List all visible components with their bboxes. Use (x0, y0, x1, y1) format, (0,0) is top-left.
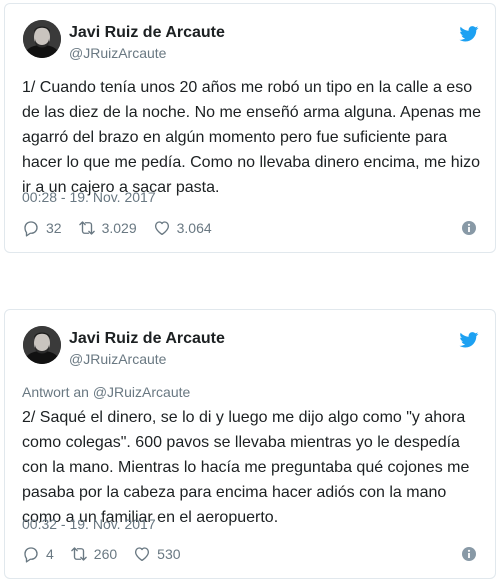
author-name[interactable]: Javi Ruiz de Arcaute (69, 330, 225, 348)
reply-button[interactable]: 32 (22, 219, 62, 237)
reply-count: 4 (46, 546, 54, 562)
reply-button[interactable]: 4 (22, 545, 54, 563)
tweet-actions: 4 260 530 (22, 543, 479, 565)
avatar[interactable] (23, 326, 61, 364)
tweet-card[interactable]: Javi Ruiz de Arcaute @JRuizArcaute Antwo… (4, 309, 496, 579)
like-count: 530 (157, 546, 181, 562)
avatar[interactable] (23, 20, 61, 58)
retweet-icon (78, 221, 95, 235)
info-icon[interactable] (461, 546, 477, 562)
tweet-card[interactable]: Javi Ruiz de Arcaute @JRuizArcaute 1/ Cu… (4, 3, 496, 253)
twitter-bird-icon[interactable] (459, 26, 479, 42)
reply-icon (24, 547, 38, 563)
tweet-timestamp[interactable]: 00:32 - 19. Nov. 2017 (22, 516, 156, 532)
retweet-button[interactable]: 260 (70, 545, 117, 563)
reply-to-handle[interactable]: @JRuizArcaute (93, 384, 190, 400)
retweet-count: 260 (93, 546, 118, 562)
retweet-icon (70, 547, 87, 561)
tweet-timestamp[interactable]: 00:28 - 19. Nov. 2017 (22, 189, 156, 205)
reply-to-prefix: Antwort an (22, 384, 89, 400)
author-handle[interactable]: @JRuizArcaute (69, 351, 166, 367)
like-button[interactable]: 3.064 (153, 219, 212, 237)
heart-icon (154, 221, 169, 236)
tweet-text: 2/ Saqué el dinero, se lo di y luego me … (22, 409, 470, 526)
info-icon[interactable] (461, 220, 477, 236)
retweet-count: 3.029 (101, 220, 137, 236)
heart-icon (135, 547, 150, 562)
like-button[interactable]: 530 (133, 545, 181, 563)
author-name[interactable]: Javi Ruiz de Arcaute (69, 24, 225, 42)
tweet-actions: 32 3.029 3.064 (22, 217, 479, 239)
reply-icon (24, 221, 38, 237)
reply-to-line: Antwort an @JRuizArcaute (22, 384, 190, 400)
like-count: 3.064 (176, 220, 212, 236)
tweet-header: Javi Ruiz de Arcaute @JRuizArcaute (5, 4, 495, 74)
tweet-header: Javi Ruiz de Arcaute @JRuizArcaute (5, 310, 495, 380)
tweet-text: 1/ Cuando tenía unos 20 años me robó un … (22, 79, 481, 196)
twitter-bird-icon[interactable] (459, 332, 479, 348)
reply-count: 32 (46, 220, 62, 236)
author-handle[interactable]: @JRuizArcaute (69, 45, 166, 61)
retweet-button[interactable]: 3.029 (78, 219, 137, 237)
